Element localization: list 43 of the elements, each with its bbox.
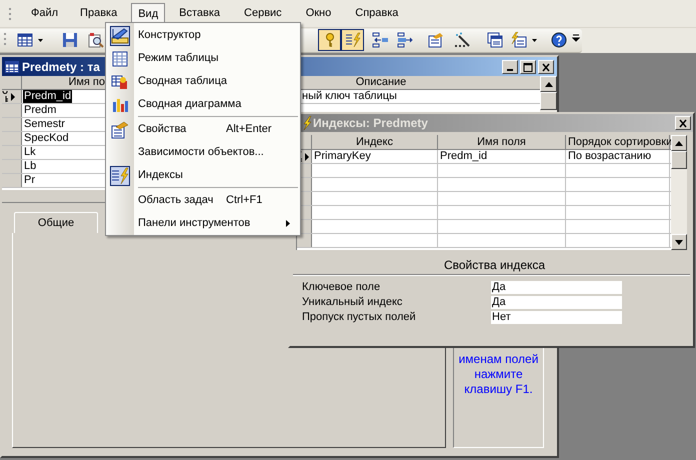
menu-item[interactable]: Сводная таблица [106, 70, 300, 93]
property-label: Пропуск пустых полей [302, 312, 417, 322]
field-name-cell[interactable]: Pr [23, 174, 36, 187]
table-cell[interactable]: Predm_id [438, 150, 566, 163]
field-name-cell[interactable]: Lk [23, 146, 37, 159]
section-title: Свойства индекса [442, 259, 546, 273]
column-header[interactable]: Индекс [312, 135, 438, 149]
property-label: Ключевое поле [302, 282, 382, 292]
help-text: нажмите [474, 367, 523, 382]
menu-bar-item[interactable]: Окно [298, 2, 338, 24]
field-name-cell[interactable]: Predm [23, 104, 58, 117]
menu-bar-item[interactable]: Вставка [172, 2, 228, 24]
help-text: именам полей [458, 352, 538, 367]
menu-item[interactable]: Режим таблицы [106, 47, 300, 70]
menu-bar-item[interactable]: Файл [24, 2, 66, 24]
property-value-field[interactable]: Да [491, 280, 622, 294]
menu-item[interactable]: Зависимости объектов... [106, 141, 300, 164]
menu-bar-item[interactable]: Справка [348, 2, 406, 24]
property-label: Уникальный индекс [302, 296, 404, 308]
field-name-cell[interactable]: SpecKod [23, 132, 70, 145]
table-cell[interactable]: По возрастанию [566, 150, 670, 163]
description-cell[interactable]: ный ключ таблицы [300, 91, 397, 102]
menu-item[interactable]: Область задач Ctrl+F1 [106, 189, 300, 212]
table-cell[interactable]: PrimaryKey [312, 150, 438, 163]
menu-item[interactable]: Конструктор [106, 24, 300, 47]
field-name-cell[interactable]: Semestr [23, 118, 66, 131]
column-header[interactable]: Имя поля [438, 135, 566, 149]
menu-item[interactable]: Индексы [106, 164, 300, 187]
dialog-title: Индексы: Predmety [313, 115, 428, 132]
menu-item[interactable]: Свойства Alt+Enter [106, 118, 300, 141]
help-text: клавишу F1. [464, 382, 533, 397]
property-value-field[interactable]: Нет [491, 310, 622, 324]
field-name-cell[interactable]: Predm_id [23, 90, 72, 103]
menu-item[interactable]: Сводная диаграмма [106, 93, 300, 116]
menu-item[interactable]: Панели инструментов [106, 212, 300, 235]
property-value-field[interactable]: Да [491, 296, 622, 308]
menu-bar-item[interactable]: Вид [131, 2, 166, 24]
window-title: Predmety : та [22, 58, 100, 76]
column-header[interactable]: Описание [300, 76, 542, 90]
menu-bar-item[interactable]: Правка [73, 2, 124, 24]
tab[interactable]: Общие [14, 212, 98, 233]
menu-bar-item[interactable]: Сервис [237, 2, 289, 24]
field-name-cell[interactable]: Lb [23, 160, 38, 173]
